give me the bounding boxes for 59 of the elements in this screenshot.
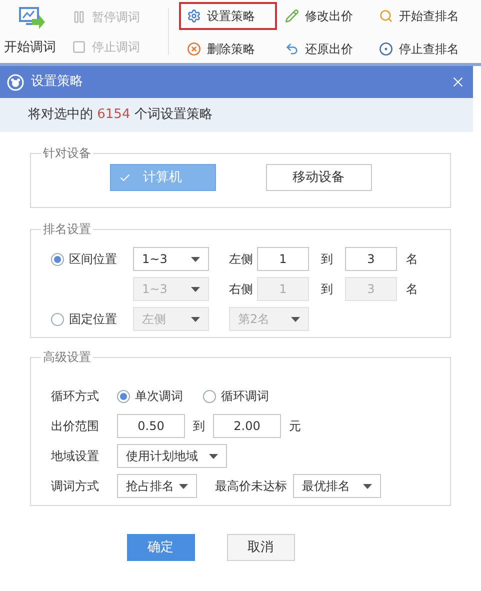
dropdown[interactable]: 最优排名: [293, 474, 381, 498]
input-field[interactable]: 1: [257, 247, 309, 271]
option-label: 固定位置: [69, 311, 117, 328]
option-label: 单次调词: [135, 388, 183, 405]
input-field[interactable]: 2.00: [213, 414, 281, 438]
settings-icon: [187, 9, 201, 23]
section-title: 高级设置: [42, 349, 92, 366]
stop-icon: [72, 40, 86, 54]
app-logo-icon: [7, 74, 24, 90]
dropdown-arrow-icon: [363, 484, 372, 488]
radio-button[interactable]: [117, 390, 130, 402]
toolbar-button[interactable]: 删除策略: [179, 34, 277, 62]
radio-button[interactable]: [203, 390, 216, 402]
start-button[interactable]: 开始调词: [4, 38, 56, 58]
label: 左侧: [229, 251, 254, 268]
toolbar-button[interactable]: 开始查排名: [371, 2, 471, 30]
toolbar-button[interactable]: 设置策略: [179, 2, 277, 30]
section-title: 针对设备: [42, 145, 92, 162]
stop-icon: [379, 42, 393, 56]
dropdown-arrow-icon: [191, 286, 200, 292]
pencil-icon: [285, 9, 299, 23]
pause-icon: [72, 10, 86, 24]
dropdown[interactable]: 使用计划地域: [117, 444, 227, 468]
label: 循环方式: [51, 388, 100, 405]
section-title: 排名设置: [42, 221, 92, 238]
dropdown-arrow-icon: [209, 454, 218, 458]
label: 到: [321, 281, 333, 298]
dropdown[interactable]: 1~3: [133, 247, 209, 271]
search-icon: [379, 9, 393, 23]
dropdown[interactable]: 抢占排名: [117, 474, 197, 498]
label: 地域设置: [51, 448, 100, 465]
dropdown-arrow-icon: [291, 316, 300, 322]
input-field[interactable]: 0.50: [117, 414, 185, 438]
label: 名: [406, 251, 418, 268]
device-toggle[interactable]: 移动设备: [266, 164, 372, 191]
label: 出价范围: [51, 418, 100, 435]
option-label: 区间位置: [69, 251, 117, 268]
label: 右侧: [229, 281, 254, 298]
toolbar-button[interactable]: 修改出价: [277, 2, 371, 30]
dropdown-arrow-icon: [191, 256, 200, 262]
label: 到: [193, 418, 205, 435]
label: 调词方式: [51, 478, 100, 495]
toolbar-button[interactable]: 还原出价: [277, 34, 371, 62]
dialog-title: 设置策略: [31, 73, 83, 92]
label: 名: [406, 281, 418, 298]
input-field[interactable]: 3: [345, 247, 397, 271]
cancel-button[interactable]: 取消: [226, 534, 294, 561]
option-label: 循环调词: [221, 388, 269, 405]
label: 最高价未达标: [215, 478, 287, 495]
undo-icon: [285, 42, 299, 56]
info-text: 将对选中的 6154 个词设置策略: [28, 106, 212, 124]
dropdown-arrow-icon: [191, 316, 200, 322]
dropdown-arrow-icon: [179, 484, 188, 488]
check-icon: [118, 172, 130, 184]
label: 到: [321, 251, 333, 268]
label: 元: [289, 418, 301, 435]
delete-icon: [187, 42, 201, 56]
radio-button[interactable]: [51, 252, 64, 266]
toolbar-button[interactable]: 停止查排名: [371, 34, 471, 62]
